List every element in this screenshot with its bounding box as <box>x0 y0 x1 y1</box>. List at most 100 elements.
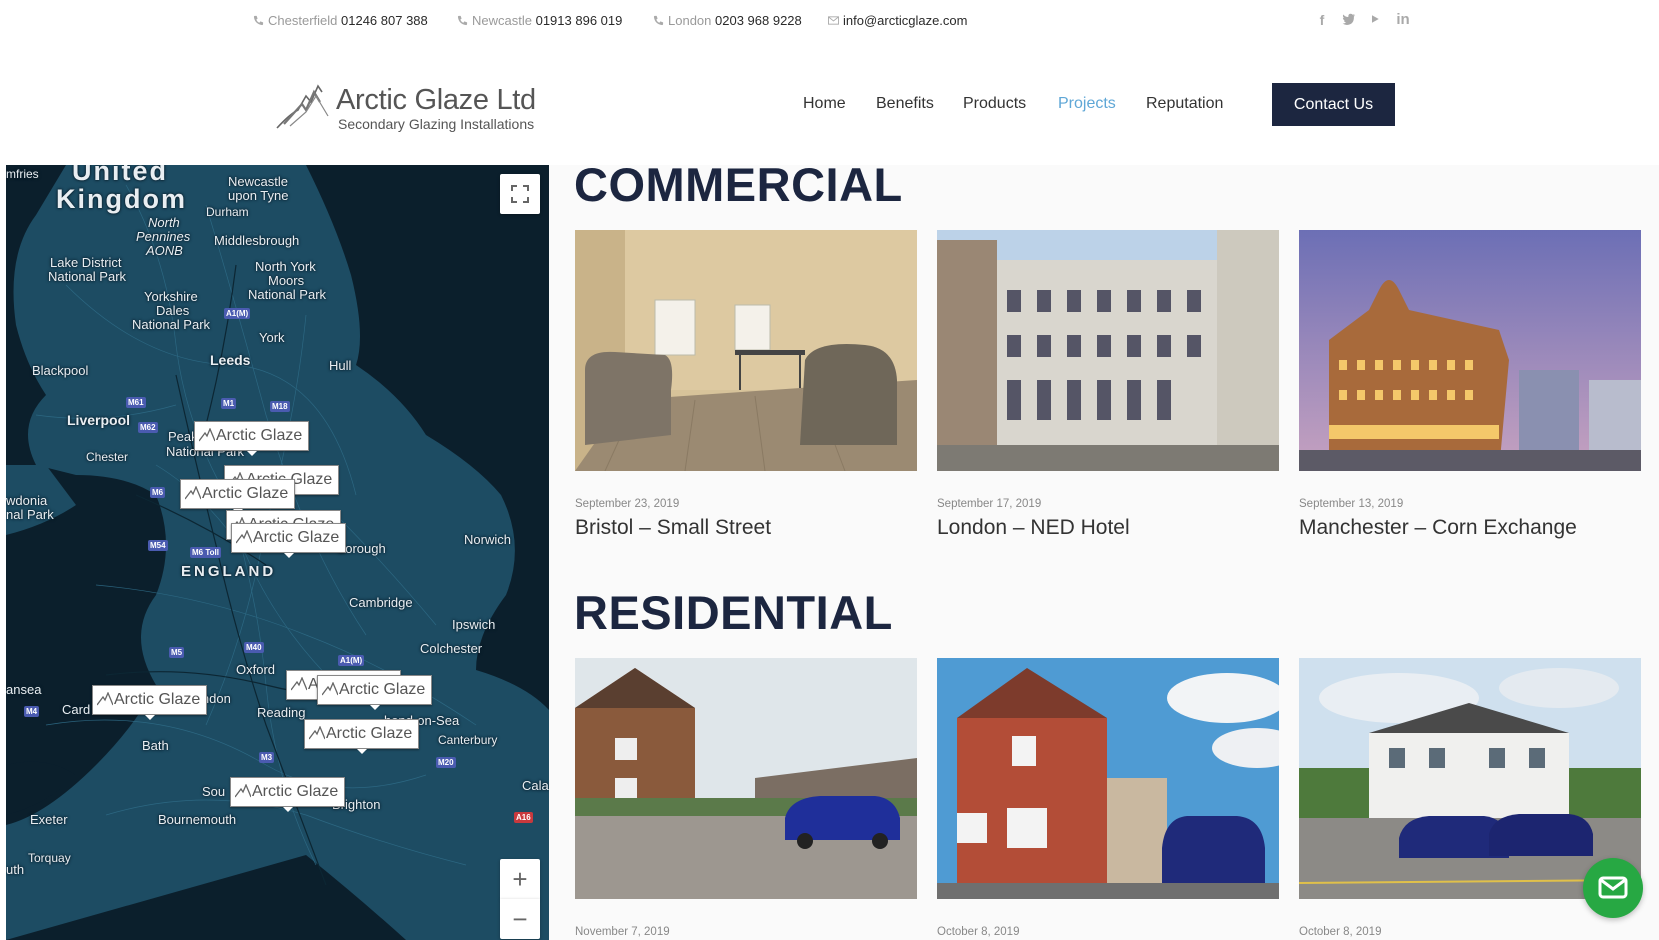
zoom-in-icon[interactable]: + <box>500 859 540 899</box>
map-pin-label: Arctic Glaze <box>252 783 339 800</box>
project-date: September 17, 2019 <box>937 498 1042 510</box>
project-photo[interactable] <box>575 658 917 899</box>
contact-city: London <box>668 13 712 28</box>
project-card[interactable]: October 8, 2019 <box>937 658 1279 938</box>
map-label-north-york-2: Moors <box>268 273 305 288</box>
map-label-durham: Durham <box>206 205 249 219</box>
road-shield: M18 <box>270 401 290 412</box>
road-shield: M4 <box>24 706 40 717</box>
projects-content: COMMERCIAL September 23, 2019 Bristol – … <box>549 158 1659 940</box>
map-label-exeter: Exeter <box>30 812 68 827</box>
project-card[interactable]: September 13, 2019 Manchester – Corn Exc… <box>1299 230 1641 540</box>
nav-projects[interactable]: Projects <box>1058 95 1116 113</box>
mountain-logo-icon <box>199 428 215 442</box>
section-title-commercial: COMMERCIAL <box>574 158 903 211</box>
contact-email[interactable]: info@arcticglaze.com <box>828 13 967 28</box>
map-label-card: Card <box>62 702 91 717</box>
map-pin[interactable]: Arctic Glaze <box>317 675 433 710</box>
map-pin-label: Arctic Glaze <box>114 691 201 708</box>
road-shield: M5 <box>169 647 185 658</box>
map-label-colchester: Colchester <box>420 641 483 656</box>
mountain-logo-icon <box>309 726 325 740</box>
project-photo[interactable] <box>937 230 1279 471</box>
map-label-chester: Chester <box>86 450 129 464</box>
map-label-united: United <box>72 165 168 186</box>
section-title-residential: RESIDENTIAL <box>574 586 893 639</box>
map-pin[interactable]: Arctic Glaze <box>231 523 347 558</box>
phone-icon <box>653 15 664 26</box>
map-pin[interactable]: Arctic Glaze <box>180 479 296 514</box>
contact-number: 01913 896 019 <box>535 13 623 28</box>
facebook-icon[interactable]: f <box>1314 12 1330 28</box>
map-label-upon-tyne: upon Tyne <box>228 188 289 203</box>
map-label-yorkshire-3: National Park <box>132 317 211 332</box>
project-title[interactable]: Bristol – Small Street <box>575 516 917 540</box>
map-pin[interactable]: Arctic Glaze <box>304 719 420 754</box>
map-label-sou: Sou <box>202 784 226 799</box>
map-label-hull: Hull <box>329 358 352 373</box>
zoom-out-icon[interactable]: − <box>500 899 540 939</box>
fullscreen-icon[interactable] <box>500 174 540 214</box>
contact-newcastle[interactable]: Newcastle 01913 896 019 <box>457 13 622 28</box>
road-shield: M6 <box>150 487 166 498</box>
project-title[interactable]: London – NED Hotel <box>937 516 1279 540</box>
top-contact-bar: Chesterfield 01246 807 388 Newcastle 019… <box>0 0 1659 44</box>
road-shield: M62 <box>138 422 158 433</box>
map-pin-label: Arctic Glaze <box>253 529 340 546</box>
map-label-york: York <box>259 330 285 345</box>
road-shield: M40 <box>244 642 264 653</box>
map-label-yorkshire-2: Dales <box>156 303 190 318</box>
youtube-icon[interactable] <box>1367 12 1383 28</box>
project-photo[interactable] <box>1299 230 1641 471</box>
contact-number: 01246 807 388 <box>341 13 428 28</box>
projects-map[interactable]: United Kingdom mfries Newcastle upon Tyn… <box>6 165 549 940</box>
map-label-pennines-3: AONB <box>146 243 183 258</box>
linkedin-icon[interactable]: in <box>1395 12 1411 28</box>
contact-london[interactable]: London 0203 968 9228 <box>653 13 802 28</box>
road-shield: M1 <box>221 398 237 409</box>
twitter-icon[interactable] <box>1341 12 1357 28</box>
map-label-middlesbrough: Middlesbrough <box>214 233 300 248</box>
project-card[interactable]: November 7, 2019 <box>575 658 917 938</box>
map-pin[interactable]: Arctic Glaze <box>230 777 346 812</box>
mountain-logo-icon <box>185 486 201 500</box>
project-date: September 23, 2019 <box>575 498 680 510</box>
contact-city: Newcastle <box>472 13 532 28</box>
mountain-logo-icon <box>235 784 251 798</box>
project-card[interactable]: September 17, 2019 London – NED Hotel <box>937 230 1279 540</box>
road-shield: M54 <box>148 540 168 551</box>
brand-tagline: Secondary Glazing Installations <box>338 116 535 132</box>
map-label-mfries: mfries <box>6 167 39 181</box>
mountain-logo-icon <box>291 677 307 691</box>
brand-logo[interactable]: Arctic Glaze Ltd Secondary Glazing Insta… <box>276 80 546 132</box>
road-shield: M6 Toll <box>190 547 221 558</box>
project-photo[interactable] <box>937 658 1279 899</box>
project-title[interactable]: Manchester – Corn Exchange <box>1299 516 1641 540</box>
mail-icon <box>828 16 839 25</box>
map-pin[interactable]: Arctic Glaze <box>92 685 208 720</box>
chat-button[interactable] <box>1583 858 1643 918</box>
map-pin-label: Arctic Glaze <box>202 485 289 502</box>
mail-icon <box>1598 876 1628 899</box>
contact-city: Chesterfield <box>268 13 338 28</box>
nav-reputation[interactable]: Reputation <box>1146 95 1223 113</box>
map-label-newcastle: Newcastle <box>228 174 288 189</box>
road-shield: A1(M) <box>338 655 365 666</box>
map-label-uth: uth <box>6 862 25 877</box>
project-date: November 7, 2019 <box>575 926 670 938</box>
project-card[interactable]: September 23, 2019 Bristol – Small Stree… <box>575 230 917 540</box>
road-shield: M61 <box>126 397 146 408</box>
map-label-blackpool: Blackpool <box>32 363 89 378</box>
nav-products[interactable]: Products <box>963 95 1026 113</box>
contact-us-button[interactable]: Contact Us <box>1272 83 1395 126</box>
project-date: September 13, 2019 <box>1299 498 1404 510</box>
map-label-liverpool: Liverpool <box>67 412 131 428</box>
mountain-logo-icon <box>97 692 113 706</box>
map-pin[interactable]: Arctic Glaze <box>194 421 310 456</box>
project-photo[interactable] <box>575 230 917 471</box>
nav-home[interactable]: Home <box>803 95 846 113</box>
contact-chesterfield[interactable]: Chesterfield 01246 807 388 <box>253 13 428 28</box>
map-pin-label: Arctic Glaze <box>339 681 426 698</box>
nav-benefits[interactable]: Benefits <box>876 95 934 113</box>
road-shield: M20 <box>436 757 456 768</box>
